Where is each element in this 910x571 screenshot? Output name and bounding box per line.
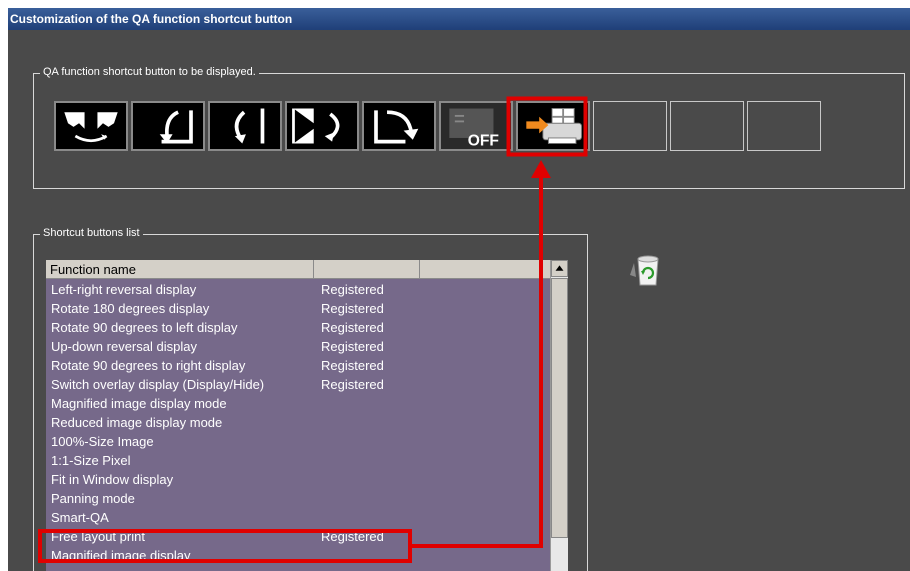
overlay-off-button[interactable]: OFF (439, 101, 513, 151)
function-name: Fit in Window display (51, 472, 174, 487)
free-layout-print-button[interactable] (516, 101, 590, 151)
list-row[interactable]: Panning mode (46, 489, 551, 508)
function-name: Rotate 90 degrees to left display (51, 320, 238, 335)
list-header: Function name (46, 260, 551, 279)
shortcut-list[interactable]: Function name Left-right reversal displa… (46, 260, 568, 571)
qa-shortcut-group-label: QA function shortcut button to be displa… (40, 66, 259, 78)
function-name: 100%-Size Image (51, 434, 154, 449)
list-row[interactable]: Rotate 90 degrees to right display Regist… (46, 356, 551, 375)
window-title: Customization of the QA function shortcu… (8, 8, 910, 30)
list-row[interactable]: Rotate 90 degrees to left display Registe… (46, 318, 551, 337)
left-right-reversal-icon (64, 112, 118, 143)
rotate-left-icon (159, 110, 193, 144)
rotate-180-icon (234, 108, 265, 144)
function-name: Rotate 90 degrees to right display (51, 358, 246, 373)
list-row[interactable]: Left-right reversal display Registered (46, 280, 551, 299)
customization-dialog: Customization of the QA function shortcu… (8, 8, 910, 571)
free-layout-print-icon (526, 108, 582, 144)
column-header-status[interactable] (314, 260, 420, 279)
rotate-left-button[interactable] (131, 101, 205, 151)
rotate-right-button[interactable] (362, 101, 436, 151)
list-row-selected[interactable]: Free layout print Registered (46, 527, 551, 546)
column-header-extra[interactable] (420, 260, 551, 279)
function-name: Up-down reversal display (51, 339, 197, 354)
function-name: Left-right reversal display (51, 282, 197, 297)
list-row[interactable]: Magnified image display mode (46, 394, 551, 413)
function-name: Magnified image display mode (51, 396, 227, 411)
list-row[interactable]: Rotate 180 degrees display Registered (46, 299, 551, 318)
triangle-up-icon (555, 265, 564, 271)
status: Registered (321, 339, 384, 354)
up-down-reversal-button[interactable] (285, 101, 359, 151)
function-name: 1:1-Size Pixel (51, 453, 131, 468)
column-header-function-name[interactable]: Function name (46, 260, 314, 279)
shortcut-list-group-label: Shortcut buttons list (40, 227, 143, 239)
status: Registered (321, 301, 384, 316)
list-row[interactable]: Smart-QA (46, 508, 551, 527)
function-name: Free layout print (51, 529, 145, 544)
function-name: Reduced image display mode (51, 415, 223, 430)
scrollbar-thumb[interactable] (551, 278, 568, 538)
status: Registered (321, 320, 384, 335)
list-row[interactable]: Magnified image display (46, 546, 551, 565)
function-name: Smart-QA (51, 510, 109, 525)
empty-shortcut-slot[interactable] (593, 101, 667, 151)
list-row[interactable]: Up-down reversal display Registered (46, 337, 551, 356)
qa-shortcut-group: QA function shortcut button to be displa… (33, 66, 905, 189)
function-name: Magnified image display (51, 548, 191, 563)
vertical-scrollbar[interactable] (550, 260, 568, 571)
status: Registered (321, 358, 384, 373)
rotate-right-icon (374, 110, 419, 144)
rotate-180-button[interactable] (208, 101, 282, 151)
left-right-reversal-button[interactable] (54, 101, 128, 151)
list-rows: Left-right reversal display Registered Ro… (46, 280, 551, 565)
overlay-off-icon: OFF (449, 108, 499, 149)
list-row[interactable]: Switch overlay display (Display/Hide) Reg… (46, 375, 551, 394)
list-row[interactable]: Reduced image display mode (46, 413, 551, 432)
scroll-up-button[interactable] (551, 260, 568, 277)
empty-shortcut-slot[interactable] (670, 101, 744, 151)
function-name: Rotate 180 degrees display (51, 301, 210, 316)
status: Registered (321, 377, 384, 392)
list-row[interactable]: 100%-Size Image (46, 432, 551, 451)
status: Registered (321, 282, 384, 297)
empty-shortcut-slot[interactable] (747, 101, 821, 151)
list-row[interactable]: 1:1-Size Pixel (46, 451, 551, 470)
recycle-bin-icon[interactable] (626, 249, 666, 289)
function-name: Panning mode (51, 491, 135, 506)
function-name: Switch overlay display (Display/Hide) (51, 377, 265, 392)
list-row[interactable]: Fit in Window display (46, 470, 551, 489)
up-down-reversal-icon (292, 108, 340, 144)
status: Registered (321, 529, 384, 544)
svg-text:OFF: OFF (468, 132, 499, 149)
